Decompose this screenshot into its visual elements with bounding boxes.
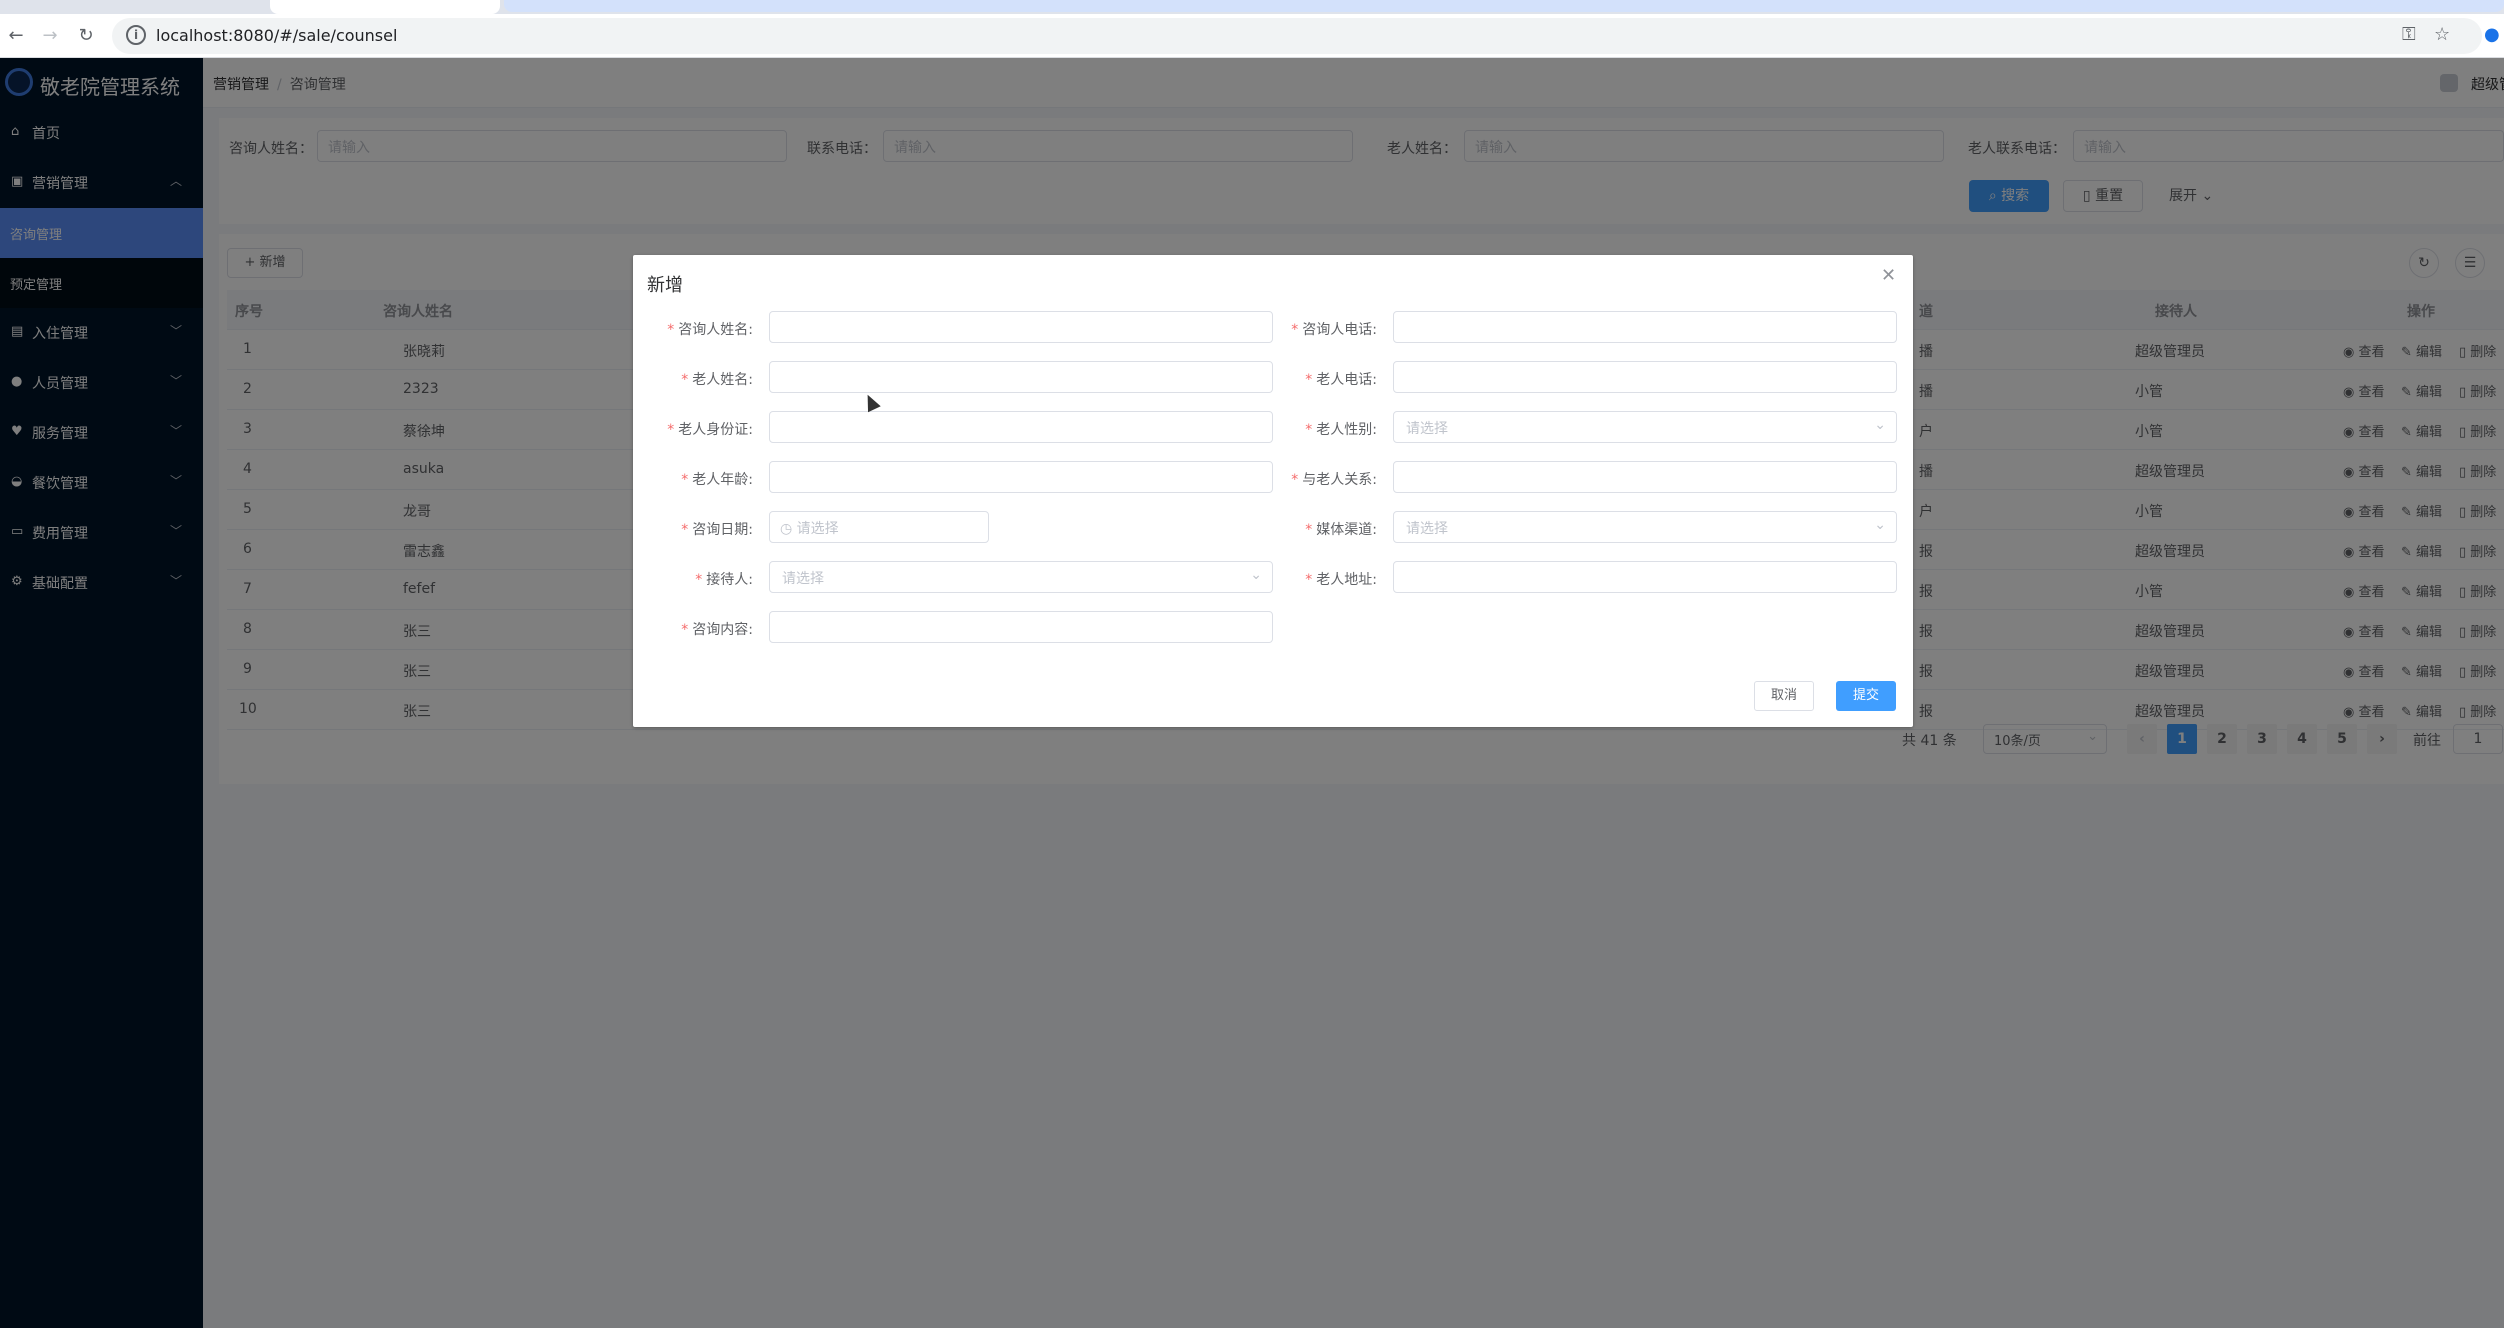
label-consult-content: * 咨询内容: <box>681 622 753 638</box>
input-elder-phone[interactable] <box>1393 361 1897 393</box>
input-elder-name[interactable] <box>769 361 1273 393</box>
close-icon[interactable]: ✕ <box>1881 265 1896 286</box>
label-elder-name: * 老人姓名: <box>681 372 753 388</box>
label-consult-date: * 咨询日期: <box>681 522 753 538</box>
input-counselor-name[interactable] <box>769 311 1273 343</box>
select-elder-gender[interactable]: 请选择 ⌄ <box>1393 411 1897 443</box>
password-key-icon[interactable]: ⚿ <box>2402 24 2416 45</box>
address-bar[interactable]: i localhost:8080/#/sale/counsel ⚿ ☆ <box>112 18 2482 54</box>
url-text[interactable]: localhost:8080/#/sale/counsel <box>156 26 397 45</box>
label-relation: * 与老人关系: <box>1291 472 1377 488</box>
label-elder-gender: * 老人性别: <box>1305 422 1377 438</box>
add-dialog: 新增 ✕ * 咨询人姓名: * 咨询人电话: * 老人姓名: * 老人电话: * 老人身份… <box>633 255 1913 727</box>
input-consult-content[interactable] <box>769 611 1273 643</box>
input-counselor-phone[interactable] <box>1393 311 1897 343</box>
label-receptionist: * 接待人: <box>695 572 753 588</box>
label-elder-address: * 老人地址: <box>1305 572 1377 588</box>
forward-icon[interactable]: → <box>38 24 62 48</box>
label-counselor-phone: * 咨询人电话: <box>1291 322 1377 338</box>
input-relation[interactable] <box>1393 461 1897 493</box>
back-icon[interactable]: ← <box>4 24 28 48</box>
chevron-down-icon: ⌄ <box>1874 417 1886 433</box>
reload-icon[interactable]: ↻ <box>74 24 98 48</box>
profile-icon[interactable]: ● <box>2484 24 2500 45</box>
input-elder-address[interactable] <box>1393 561 1897 593</box>
browser-tab-area <box>504 0 2504 12</box>
label-counselor-name: * 咨询人姓名: <box>667 322 753 338</box>
label-elder-id: * 老人身份证: <box>667 422 753 438</box>
clock-icon: ◷ <box>780 521 797 537</box>
submit-button[interactable]: 提交 <box>1836 681 1896 711</box>
date-picker-consult[interactable]: ◷ 请选择 <box>769 511 989 543</box>
select-receptionist[interactable]: 请选择 ⌄ <box>769 561 1273 593</box>
label-media-channel: * 媒体渠道: <box>1305 522 1377 538</box>
label-elder-phone: * 老人电话: <box>1305 372 1377 388</box>
select-media-channel[interactable]: 请选择 ⌄ <box>1393 511 1897 543</box>
input-elder-id[interactable] <box>769 411 1273 443</box>
chevron-down-icon: ⌄ <box>1874 517 1886 533</box>
browser-tab-strip <box>0 0 2504 14</box>
browser-toolbar: ← → ↻ i localhost:8080/#/sale/counsel ⚿ … <box>0 14 2504 58</box>
label-elder-age: * 老人年龄: <box>681 472 753 488</box>
site-info-icon[interactable]: i <box>126 25 146 45</box>
cancel-button[interactable]: 取消 <box>1754 681 1814 711</box>
browser-tab-active[interactable] <box>270 0 500 14</box>
bookmark-star-icon[interactable]: ☆ <box>2434 24 2450 45</box>
input-elder-age[interactable] <box>769 461 1273 493</box>
dialog-title: 新增 <box>647 275 683 296</box>
